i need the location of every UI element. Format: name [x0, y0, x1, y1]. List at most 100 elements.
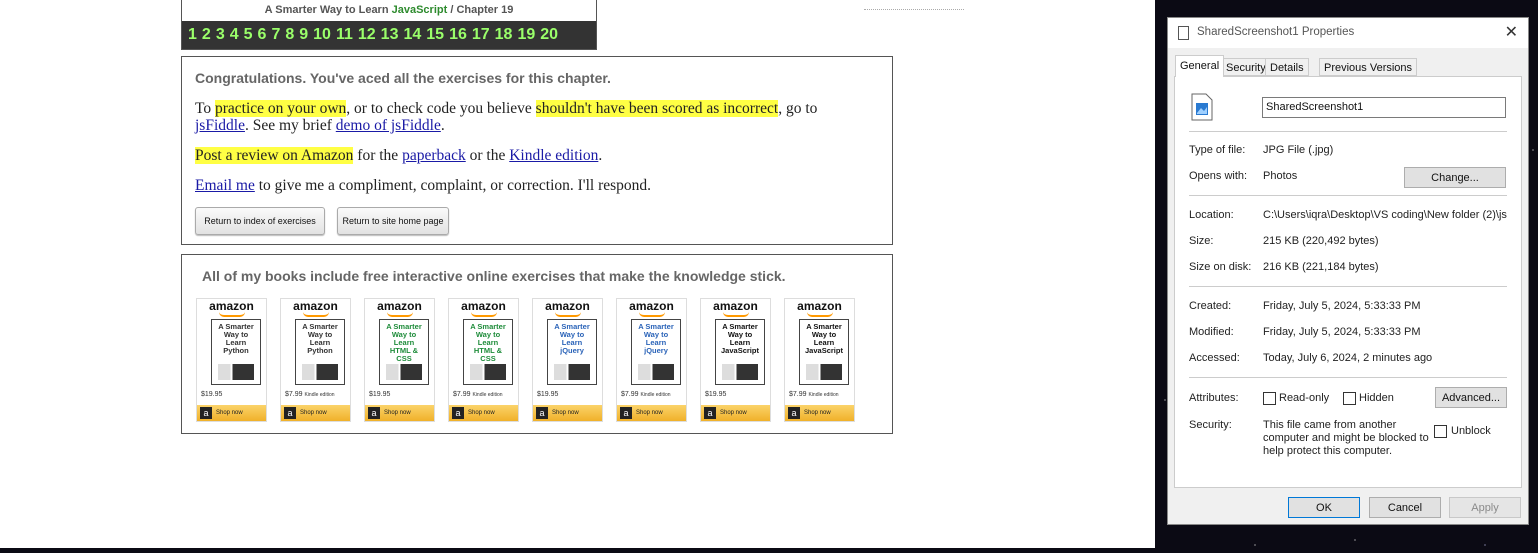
- size-value: 215 KB (220,492 bytes): [1263, 235, 1379, 247]
- tab-security[interactable]: Security: [1221, 58, 1271, 76]
- tab-details[interactable]: Details: [1265, 58, 1309, 76]
- book-title: A Smarter Way to Learn jQuery: [554, 322, 590, 355]
- accessed-label: Accessed:: [1189, 352, 1240, 364]
- attributes-label: Attributes:: [1189, 392, 1239, 404]
- book-title: A Smarter Way to Learn JavaScript: [805, 322, 843, 355]
- chapter-link[interactable]: 3: [216, 26, 225, 44]
- shop-now-button[interactable]: a Shop now: [785, 405, 854, 421]
- book-price: $7.99 Kindle edition: [285, 391, 335, 398]
- shop-now-button[interactable]: a Shop now: [281, 405, 350, 421]
- chapter-link[interactable]: 20: [540, 26, 558, 44]
- book-card[interactable]: amazon A Smarter Way to Learn jQuery $19.9…: [532, 298, 603, 422]
- book-cover: A Smarter Way to Learn jQuery: [631, 319, 681, 385]
- congrats-box: Congratulations. You've aced all the exe…: [181, 56, 893, 245]
- web-page: A Smarter Way to Learn JavaScript / Chap…: [0, 0, 1155, 548]
- unblock-checkbox[interactable]: [1434, 425, 1447, 438]
- chapter-link[interactable]: 7: [271, 26, 280, 44]
- amazon-a-icon: a: [788, 407, 800, 419]
- chapter-link[interactable]: 13: [381, 26, 399, 44]
- books-box: All of my books include free interactive…: [181, 254, 893, 434]
- location-label: Location:: [1189, 209, 1234, 221]
- security-line-1: This file came from another: [1263, 419, 1397, 431]
- book-cover: A Smarter Way to Learn Python: [295, 319, 345, 385]
- opens-with-label: Opens with:: [1189, 170, 1248, 182]
- accessed-value: Today, July 6, 2024, 2 minutes ago: [1263, 352, 1433, 364]
- chapter-link[interactable]: 6: [258, 26, 267, 44]
- p2-text-b: or the: [465, 147, 510, 164]
- email-me-link[interactable]: Email me: [195, 177, 255, 194]
- p1-highlight-incorrect: shouldn't have been scored as incorrect: [535, 100, 779, 117]
- book-card[interactable]: amazon A Smarter Way to Learn HTML & CSS $…: [364, 298, 435, 422]
- chapter-link[interactable]: 9: [299, 26, 308, 44]
- image-file-icon: [1191, 93, 1213, 121]
- book-card[interactable]: amazon A Smarter Way to Learn jQuery $7.99…: [616, 298, 687, 422]
- shop-now-button[interactable]: a Shop now: [701, 405, 770, 421]
- p1-text-e: .: [440, 117, 445, 134]
- shop-now-button[interactable]: a Shop now: [617, 405, 686, 421]
- book-title: A Smarter Way to Learn Python: [218, 322, 254, 355]
- ok-button[interactable]: OK: [1288, 497, 1360, 518]
- tab-previous-versions[interactable]: Previous Versions: [1319, 58, 1418, 76]
- amazon-logo: amazon: [449, 299, 518, 317]
- p1-highlight-practice: practice on your own: [215, 100, 347, 117]
- amazon-logo: amazon: [785, 299, 854, 317]
- chapter-link[interactable]: 17: [472, 26, 490, 44]
- chapter-link[interactable]: 12: [358, 26, 376, 44]
- filename-input[interactable]: SharedScreenshot1: [1262, 97, 1506, 118]
- apply-button[interactable]: Apply: [1449, 497, 1521, 518]
- tab-general[interactable]: General: [1175, 55, 1225, 77]
- advanced-button[interactable]: Advanced...: [1435, 387, 1507, 408]
- jsfiddle-link[interactable]: jsFiddle: [195, 117, 245, 134]
- device-image: [386, 364, 422, 380]
- p2-text-c: .: [598, 147, 603, 164]
- book-card[interactable]: amazon A Smarter Way to Learn JavaScript $…: [700, 298, 771, 422]
- close-icon[interactable]: ✕: [1505, 22, 1518, 42]
- price-value: $19.95: [705, 391, 727, 398]
- return-home-button[interactable]: Return to site home page: [337, 207, 449, 235]
- readonly-checkbox[interactable]: [1263, 392, 1276, 405]
- modified-value: Friday, July 5, 2024, 5:33:33 PM: [1263, 326, 1421, 338]
- readonly-label: Read-only: [1279, 392, 1330, 404]
- security-text: This file came from another computer and…: [1263, 419, 1429, 458]
- book-card[interactable]: amazon A Smarter Way to Learn Python $7.99…: [280, 298, 351, 422]
- shop-now-button[interactable]: a Shop now: [197, 405, 266, 421]
- chapter-link[interactable]: 18: [495, 26, 513, 44]
- cancel-button[interactable]: Cancel: [1369, 497, 1441, 518]
- chapter-link[interactable]: 8: [285, 26, 294, 44]
- device-image: [554, 364, 590, 380]
- chapter-link[interactable]: 1: [188, 26, 197, 44]
- paperback-link[interactable]: paperback: [402, 147, 466, 164]
- book-cover: A Smarter Way to Learn Python: [211, 319, 261, 385]
- book-cover: A Smarter Way to Learn HTML & CSS: [463, 319, 513, 385]
- chapter-link[interactable]: 4: [230, 26, 239, 44]
- properties-dialog: SharedScreenshot1 Properties ✕ General S…: [1167, 17, 1529, 525]
- chapter-link[interactable]: 14: [403, 26, 421, 44]
- chapter-link[interactable]: 15: [426, 26, 444, 44]
- shop-now-button[interactable]: a Shop now: [449, 405, 518, 421]
- book-title: A Smarter Way to Learn HTML & CSS: [470, 322, 506, 363]
- chapter-link[interactable]: 16: [449, 26, 467, 44]
- separator: [1189, 131, 1507, 132]
- practice-paragraph: To practice on your own, or to check cod…: [195, 100, 817, 118]
- demo-jsfiddle-link[interactable]: demo of jsFiddle: [336, 117, 441, 134]
- book-card[interactable]: amazon A Smarter Way to Learn Python $19.9…: [196, 298, 267, 422]
- device-image: [302, 364, 338, 380]
- location-value: C:\Users\iqra\Desktop\VS coding\New fold…: [1263, 209, 1507, 221]
- chapter-link[interactable]: 11: [336, 26, 353, 44]
- kindle-edition-link[interactable]: Kindle edition: [509, 147, 598, 164]
- hidden-checkbox[interactable]: [1343, 392, 1356, 405]
- shop-now-button[interactable]: a Shop now: [533, 405, 602, 421]
- chapter-link[interactable]: 2: [202, 26, 211, 44]
- book-card[interactable]: amazon A Smarter Way to Learn HTML & CSS $…: [448, 298, 519, 422]
- book-title: A Smarter Way to Learn JavaScript: [721, 322, 759, 355]
- dialog-title: SharedScreenshot1 Properties: [1197, 26, 1355, 38]
- price-value: $19.95: [201, 391, 223, 398]
- amazon-logo: amazon: [701, 299, 770, 317]
- chapter-link[interactable]: 5: [244, 26, 253, 44]
- change-button[interactable]: Change...: [1404, 167, 1506, 188]
- book-card[interactable]: amazon A Smarter Way to Learn JavaScript $…: [784, 298, 855, 422]
- return-index-button[interactable]: Return to index of exercises: [195, 207, 325, 235]
- chapter-link[interactable]: 19: [517, 26, 535, 44]
- chapter-link[interactable]: 10: [313, 26, 331, 44]
- shop-now-button[interactable]: a Shop now: [365, 405, 434, 421]
